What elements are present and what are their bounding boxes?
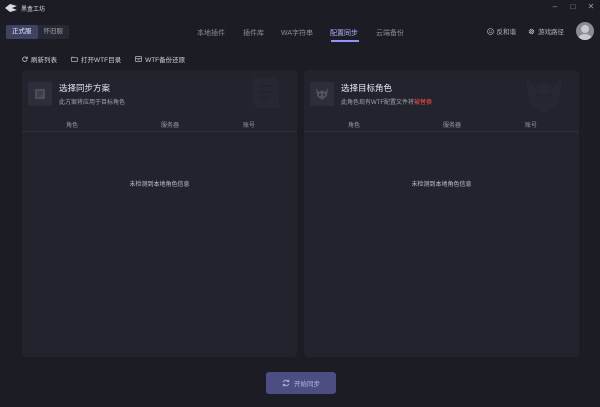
column-account: 账号 (243, 123, 256, 129)
active-tab-indicator (331, 40, 359, 42)
refresh-list-label: 刷新列表 (31, 57, 57, 64)
sync-target-table-header: 角色 服务器 账号 (304, 120, 579, 132)
toolbar: 刷新列表 打开WTF目录 WTF备份还原 (22, 54, 185, 64)
minimize-icon[interactable]: – (550, 2, 560, 12)
open-wtf-dir-button[interactable]: 打开WTF目录 (71, 54, 121, 64)
folder-icon (71, 56, 78, 62)
sync-target-header: 选择目标角色 此角色现有WTF配置文件将被替换 (304, 70, 579, 116)
close-icon[interactable]: ✕ (586, 2, 596, 12)
sync-target-desc: 此角色现有WTF配置文件将被替换 (341, 97, 432, 106)
open-wtf-dir-label: 打开WTF目录 (81, 57, 122, 64)
column-character: 角色 (348, 123, 361, 129)
helmet-icon (310, 82, 334, 106)
refresh-icon (22, 56, 28, 62)
game-path-button[interactable]: 游戏路径 (528, 26, 564, 36)
title-bar: 黑盒工坊 – □ ✕ (0, 0, 600, 16)
helmet-watermark-icon (526, 77, 562, 114)
column-account: 账号 (525, 123, 538, 129)
backup-restore-icon (135, 56, 142, 62)
scroll-document-icon (28, 82, 52, 106)
main-header: 正式服 怀旧服 本地插件 插件库 WA字符串 配置同步 云端备份 反和谐 游戏路… (0, 16, 600, 46)
sync-icon (282, 379, 290, 387)
column-character: 角色 (66, 123, 79, 129)
sync-source-empty-message: 未检测到本地角色信息 (129, 182, 190, 188)
gear-icon (528, 28, 535, 34)
sync-target-desc-warning: 被替换 (414, 100, 433, 106)
feedback-button[interactable]: 反和谐 (486, 26, 517, 36)
sync-target-panel: 选择目标角色 此角色现有WTF配置文件将被替换 角色 服务器 账号 未检测到本地… (304, 70, 579, 357)
start-sync-label: 开始同步 (294, 381, 320, 388)
tab-config-sync[interactable]: 配置同步 (330, 28, 358, 38)
tab-addon-library[interactable]: 插件库 (243, 28, 264, 38)
sync-target-empty-message: 未检测到本地角色信息 (411, 182, 472, 188)
start-sync-button[interactable]: 开始同步 (266, 372, 336, 394)
sync-source-table-header: 角色 服务器 账号 (22, 120, 297, 132)
sync-source-desc: 此方案将应用于目标角色 (59, 100, 126, 106)
sync-source-panel: 选择同步方案 此方案将应用于目标角色 角色 服务器 账号 未检测到本地角色信息 (22, 70, 297, 357)
header-actions: 反和谐 游戏路径 (486, 22, 594, 40)
maximize-icon[interactable]: □ (568, 2, 578, 12)
restore-wtf-backup-button[interactable]: WTF备份还原 (135, 54, 185, 64)
tab-cloud-backup[interactable]: 云端备份 (376, 28, 404, 38)
tab-local-addons[interactable]: 本地插件 (197, 28, 225, 38)
sync-source-header: 选择同步方案 此方案将应用于目标角色 (22, 70, 297, 116)
scroll-watermark-icon (253, 78, 279, 108)
window-controls: – □ ✕ (550, 2, 596, 12)
smile-icon (486, 27, 494, 35)
game-path-label: 游戏路径 (538, 29, 564, 36)
column-server: 服务器 (443, 123, 462, 129)
refresh-list-button[interactable]: 刷新列表 (22, 54, 57, 64)
app-logo-icon (5, 4, 17, 12)
feedback-label: 反和谐 (496, 29, 517, 36)
sync-target-desc-text: 此角色现有WTF配置文件将 (341, 100, 414, 106)
sync-source-title: 选择同步方案 (59, 83, 111, 93)
app-title: 黑盒工坊 (21, 6, 46, 13)
column-server: 服务器 (161, 123, 180, 129)
tab-wa-strings[interactable]: WA字符串 (281, 28, 313, 38)
restore-wtf-backup-label: WTF备份还原 (145, 57, 186, 64)
sync-target-title: 选择目标角色 (341, 83, 393, 93)
user-avatar[interactable] (576, 22, 594, 40)
